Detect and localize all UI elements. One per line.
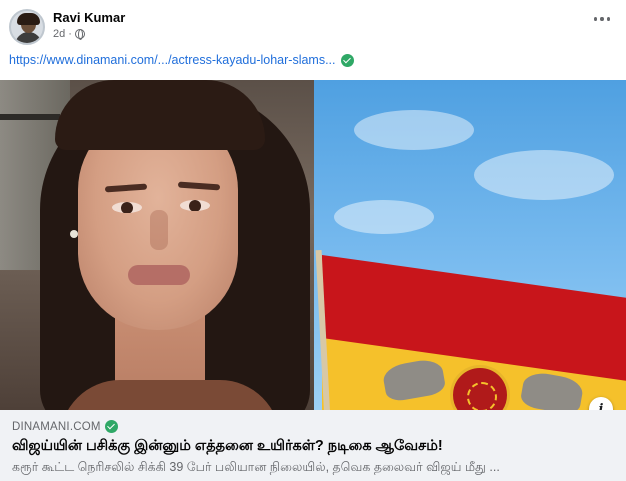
author-name[interactable]: Ravi Kumar (53, 10, 125, 25)
party-flag-photo (314, 80, 626, 410)
verified-check-icon (104, 420, 118, 433)
post-time[interactable]: 2d (53, 28, 65, 40)
verified-check-icon (340, 53, 354, 67)
link-preview-image[interactable]: i (0, 80, 626, 410)
meta-separator: · (68, 28, 72, 40)
link-description: கரூர் கூட்ட நெரிசலில் சிக்கி 39 பேர் பலி… (12, 460, 500, 474)
author-avatar[interactable] (9, 9, 45, 45)
globe-icon (74, 29, 85, 40)
post-link-url[interactable]: https://www.dinamani.com/.../actress-kay… (9, 53, 336, 67)
post-header: Ravi Kumar 2d · (0, 0, 626, 50)
more-options-icon[interactable] (594, 17, 610, 23)
link-domain: DINAMANI.COM (12, 420, 614, 433)
post-link[interactable]: https://www.dinamani.com/.../actress-kay… (9, 53, 354, 67)
actress-photo (0, 80, 314, 410)
link-headline[interactable]: விஜய்யின் பசிக்கு இன்னும் எத்தனை உயிர்கள… (12, 438, 614, 456)
link-preview-card[interactable]: DINAMANI.COM விஜய்யின் பசிக்கு இன்னும் எ… (0, 410, 626, 481)
link-domain-text: DINAMANI.COM (12, 420, 101, 433)
post-meta: 2d · (53, 28, 85, 40)
